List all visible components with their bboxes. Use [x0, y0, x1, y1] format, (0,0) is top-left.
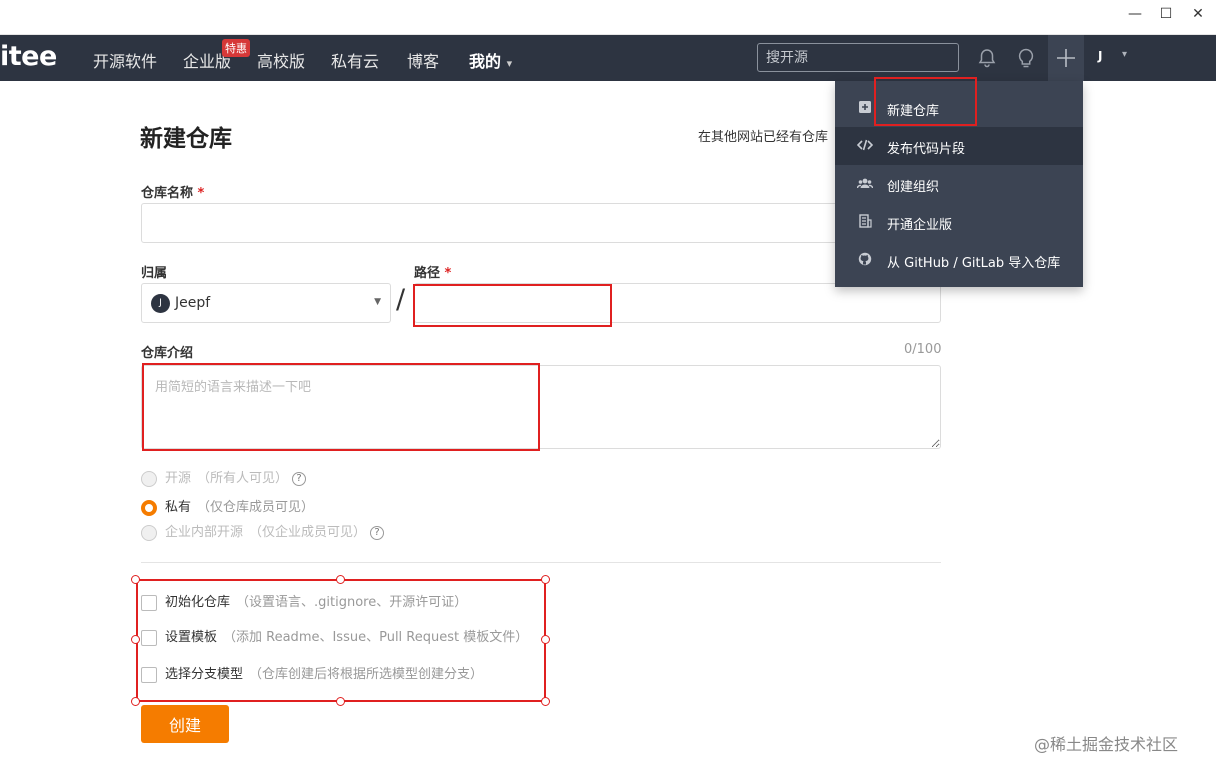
lightbulb-icon[interactable]: [1015, 47, 1037, 69]
maximize-button[interactable]: ☐: [1152, 4, 1180, 24]
radio-label: 私有: [165, 500, 192, 515]
menu-item-label: 创建组织: [887, 180, 940, 195]
visibility-internal-radio[interactable]: 企业内部开源 （仅企业成员可见）?: [141, 521, 385, 541]
radio-selected-icon: [141, 499, 157, 516]
promo-badge: 特惠: [222, 39, 250, 57]
bell-icon[interactable]: [976, 47, 998, 69]
divider: [141, 562, 941, 563]
minimize-button[interactable]: —: [1121, 4, 1149, 24]
radio-label: 企业内部开源: [165, 525, 244, 540]
nav-item-education[interactable]: 高校版: [257, 48, 305, 72]
path-label: 路径 *: [414, 266, 452, 281]
menu-item-label: 开通企业版: [887, 218, 953, 233]
resize-handle: [131, 575, 140, 584]
annotation-box-path: [413, 284, 612, 327]
resize-handle: [131, 697, 140, 706]
radio-label: 开源: [165, 471, 192, 486]
path-separator: /: [396, 284, 406, 315]
code-icon: [856, 138, 874, 154]
owner-name: Jeepf: [175, 295, 211, 311]
menu-item-enterprise[interactable]: 开通企业版: [835, 203, 1083, 241]
caret-down-icon: ▼: [374, 297, 381, 307]
radio-note: （仅企业成员可见）: [249, 525, 367, 540]
building-icon: [857, 214, 873, 230]
search-input[interactable]: [757, 43, 959, 72]
plus-icon: [1057, 49, 1075, 67]
avatar: J: [151, 294, 170, 313]
nav-item-mine-label: 我的: [469, 52, 502, 71]
window-titlebar: — ☐ ✕: [0, 0, 1216, 35]
github-icon: [857, 252, 873, 268]
repo-name-label: 仓库名称 *: [141, 186, 205, 201]
user-avatar[interactable]: J: [1098, 49, 1102, 63]
user-menu-caret-icon[interactable]: ▾: [1122, 49, 1127, 60]
menu-item-import[interactable]: 从 GitHub / GitLab 导入仓库: [835, 241, 1083, 279]
top-navbar: itee 开源软件 企业版 特惠 高校版 私有云 博客 我的 ▾ J ▾: [0, 35, 1216, 81]
menu-item-create-org[interactable]: 创建组织: [835, 165, 1083, 203]
help-icon[interactable]: ?: [292, 471, 307, 486]
menu-item-label: 发布代码片段: [887, 142, 966, 157]
menu-item-label: 从 GitHub / GitLab 导入仓库: [887, 256, 1061, 271]
radio-note: （所有人可见）: [197, 471, 289, 486]
nav-item-blog[interactable]: 博客: [407, 48, 439, 72]
annotation-box-options: [136, 579, 546, 702]
visibility-public-radio[interactable]: 开源 （所有人可见）?: [141, 467, 307, 487]
resize-handle: [541, 697, 550, 706]
desc-char-counter: 0/100: [904, 342, 942, 357]
owner-label: 归属: [141, 266, 168, 281]
owner-select[interactable]: J Jeepf ▼: [141, 283, 391, 323]
watermark: @稀土掘金技术社区: [1034, 735, 1179, 754]
plus-square-icon: [857, 100, 873, 116]
import-hint-link[interactable]: 在其他网站已经有仓库: [698, 126, 828, 145]
resize-handle: [336, 697, 345, 706]
desc-label: 仓库介绍: [141, 346, 194, 361]
help-icon[interactable]: ?: [370, 525, 385, 540]
nav-item-opensource[interactable]: 开源软件: [93, 48, 157, 72]
nav-item-mine[interactable]: 我的 ▾: [469, 48, 512, 72]
visibility-private-radio[interactable]: 私有 （仅仓库成员可见）: [141, 496, 314, 516]
resize-handle: [541, 575, 550, 584]
page-title: 新建仓库: [140, 126, 232, 152]
radio-icon: [141, 524, 157, 541]
annotation-box-new-repo: [874, 77, 977, 126]
create-menu-button[interactable]: [1048, 35, 1084, 81]
resize-handle: [131, 635, 140, 644]
resize-handle: [541, 635, 550, 644]
annotation-box-desc: [142, 363, 540, 451]
repo-name-input[interactable]: [141, 203, 941, 243]
menu-item-code-snippet[interactable]: 发布代码片段: [835, 127, 1083, 165]
logo[interactable]: itee: [0, 41, 57, 72]
radio-note: （仅仓库成员可见）: [197, 500, 315, 515]
chevron-down-icon: ▾: [506, 57, 513, 70]
create-button[interactable]: 创建: [141, 705, 229, 743]
close-button[interactable]: ✕: [1184, 4, 1212, 24]
resize-handle: [336, 575, 345, 584]
radio-icon: [141, 470, 157, 487]
users-icon: [856, 176, 874, 192]
nav-item-private-cloud[interactable]: 私有云: [331, 48, 379, 72]
